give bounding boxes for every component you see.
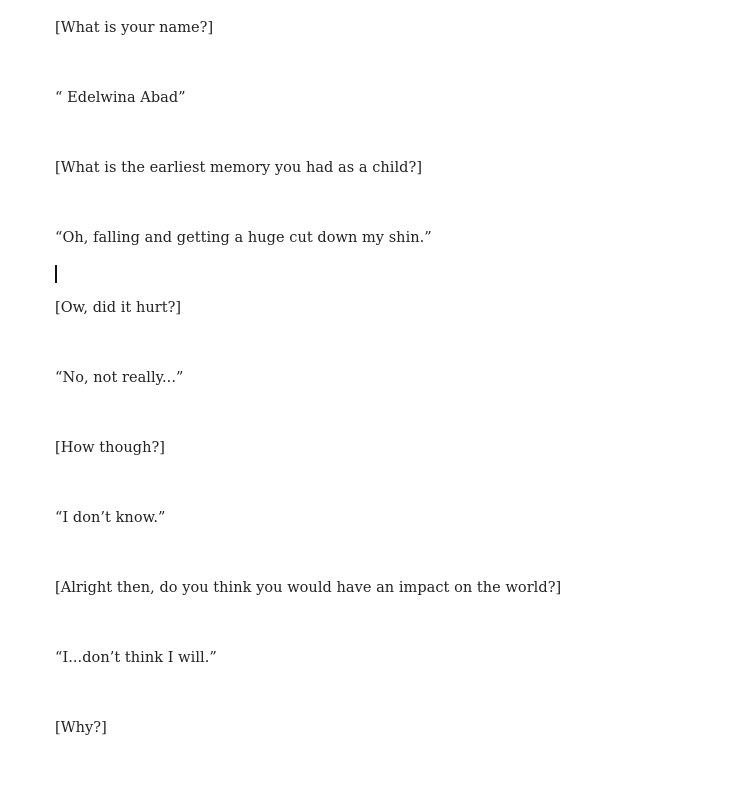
question-line[interactable]: [Alright then, do you think you would ha…: [55, 578, 561, 598]
answer-line[interactable]: “I...don’t think I will.”: [55, 648, 217, 668]
question-line[interactable]: [How though?]: [55, 438, 165, 458]
answer-line[interactable]: “No, not really...”: [55, 368, 183, 388]
question-line[interactable]: [Why?]: [55, 718, 107, 738]
text-cursor: [55, 265, 57, 283]
answer-line[interactable]: “Oh, falling and getting a huge cut down…: [55, 228, 432, 248]
answer-line[interactable]: “ Edelwina Abad”: [55, 88, 186, 108]
question-line[interactable]: [What is your name?]: [55, 18, 213, 38]
question-line[interactable]: [Ow, did it hurt?]: [55, 298, 181, 318]
answer-line[interactable]: “I don’t know.”: [55, 508, 165, 528]
question-line[interactable]: [What is the earliest memory you had as …: [55, 158, 422, 178]
document-page[interactable]: [What is your name?] “ Edelwina Abad” [W…: [0, 0, 751, 811]
